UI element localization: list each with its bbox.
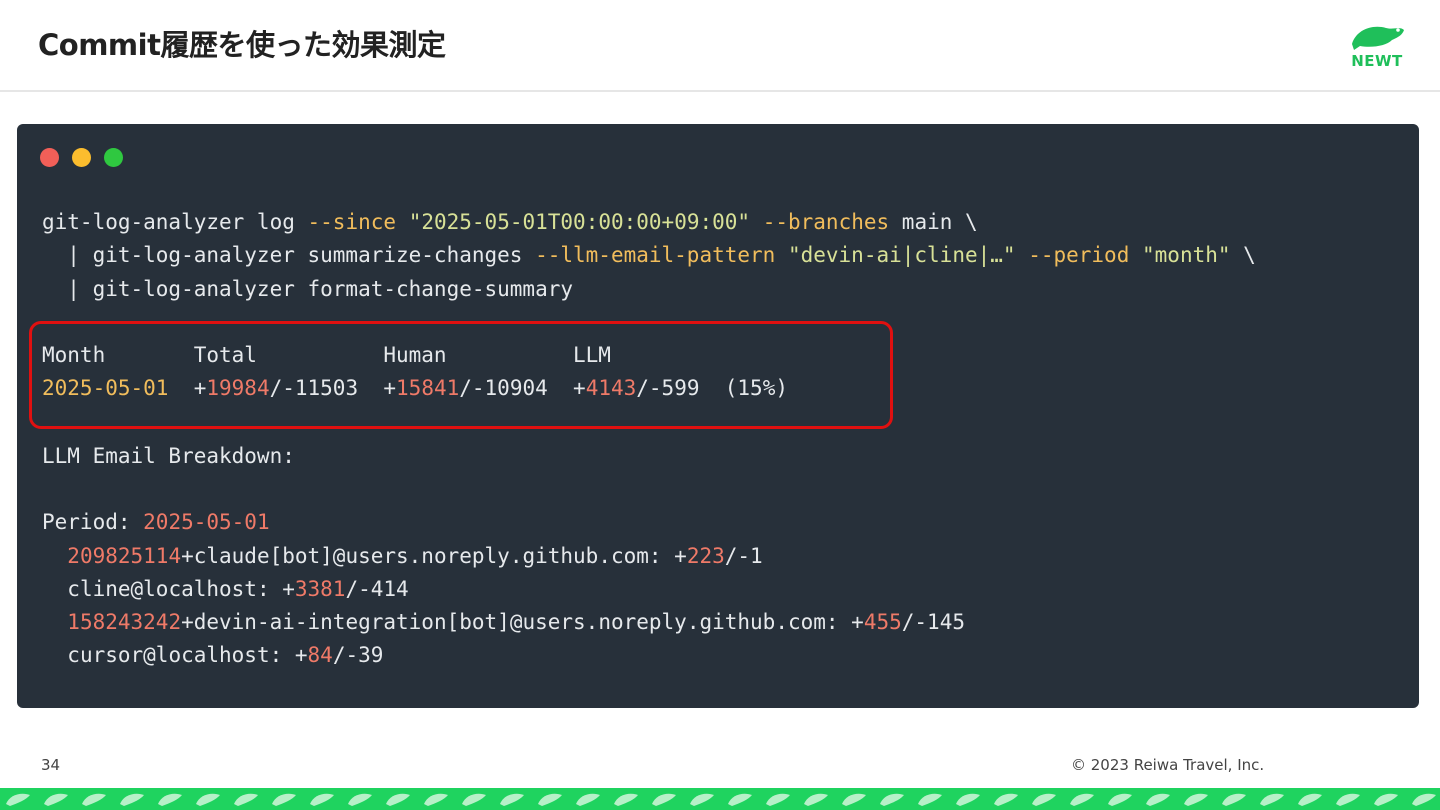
footer-turtle-icon [234, 793, 258, 806]
footer-turtle-icon [1412, 793, 1436, 806]
breakdown-row-devin: 158243242+devin-ai-integration[bot]@user… [67, 610, 965, 634]
footer-turtle-icon [1184, 793, 1208, 806]
footer-turtle-icon [196, 793, 220, 806]
copyright-text: © 2023 Reiwa Travel, Inc. [1071, 756, 1265, 774]
terminal-window: git-log-analyzer log --since "2025-05-01… [17, 124, 1419, 708]
footer-turtle-icon [120, 793, 144, 806]
footer-turtle-icon [576, 793, 600, 806]
footer-turtle-icon [918, 793, 942, 806]
footer-turtle-icon [1298, 793, 1322, 806]
footer-turtle-icon [386, 793, 410, 806]
newt-logo: NEWT [1346, 22, 1408, 72]
footer-turtle-icon [994, 793, 1018, 806]
footer-turtle-icon [424, 793, 448, 806]
footer-turtle-icon [462, 793, 486, 806]
breakdown-period: Period: 2025-05-01 [42, 510, 270, 534]
footer-turtle-icon [1222, 793, 1246, 806]
footer-turtle-icon [690, 793, 714, 806]
footer-turtle-icon [1146, 793, 1170, 806]
footer-turtle-icon [1032, 793, 1056, 806]
command-line-2: | git-log-analyzer summarize-changes --l… [42, 243, 1256, 267]
footer-pattern-band [0, 788, 1440, 810]
breakdown-heading: LLM Email Breakdown: [42, 444, 295, 468]
footer-turtle-icon [82, 793, 106, 806]
summary-month: 2025-05-01 [42, 376, 169, 400]
footer-turtle-icon [766, 793, 790, 806]
summary-header: Month Total Human LLM [42, 343, 611, 367]
command-line-1: git-log-analyzer log --since "2025-05-01… [42, 210, 978, 234]
page-number: 34 [41, 756, 61, 774]
breakdown-row-cline: cline@localhost: +3381/-414 [67, 577, 409, 601]
footer-turtle-icon [956, 793, 980, 806]
footer-turtle-icon [44, 793, 68, 806]
footer-turtle-icon [1070, 793, 1094, 806]
maximize-dot-icon [104, 148, 123, 167]
header-divider [0, 90, 1440, 92]
footer-turtle-icon [1108, 793, 1132, 806]
footer-turtle-icon [804, 793, 828, 806]
turtle-icon [1352, 26, 1404, 50]
footer-turtle-pattern [6, 793, 1436, 806]
footer-turtle-icon [158, 793, 182, 806]
slide-title: Commit履歴を使った効果測定 [38, 28, 446, 62]
breakdown-row-cursor: cursor@localhost: +84/-39 [67, 643, 384, 667]
footer-turtle-icon [728, 793, 752, 806]
footer-turtle-icon [1260, 793, 1284, 806]
footer-turtle-icon [614, 793, 638, 806]
footer-turtle-icon [880, 793, 904, 806]
footer-turtle-icon [310, 793, 334, 806]
footer-turtle-icon [272, 793, 296, 806]
footer-turtle-icon [500, 793, 524, 806]
logo-text: NEWT [1351, 52, 1403, 70]
footer-turtle-icon [652, 793, 676, 806]
footer-turtle-icon [348, 793, 372, 806]
summary-row: 2025-05-01 +19984/-11503 +15841/-10904 +… [42, 376, 788, 400]
footer-turtle-icon [1336, 793, 1360, 806]
footer-turtle-icon [842, 793, 866, 806]
footer-turtle-icon [1374, 793, 1398, 806]
footer-turtle-icon [6, 793, 30, 806]
breakdown-row-claude: 209825114+claude[bot]@users.noreply.gith… [67, 544, 763, 568]
close-dot-icon [40, 148, 59, 167]
minimize-dot-icon [72, 148, 91, 167]
command-line-3: | git-log-analyzer format-change-summary [42, 277, 574, 301]
footer-turtle-icon [538, 793, 562, 806]
